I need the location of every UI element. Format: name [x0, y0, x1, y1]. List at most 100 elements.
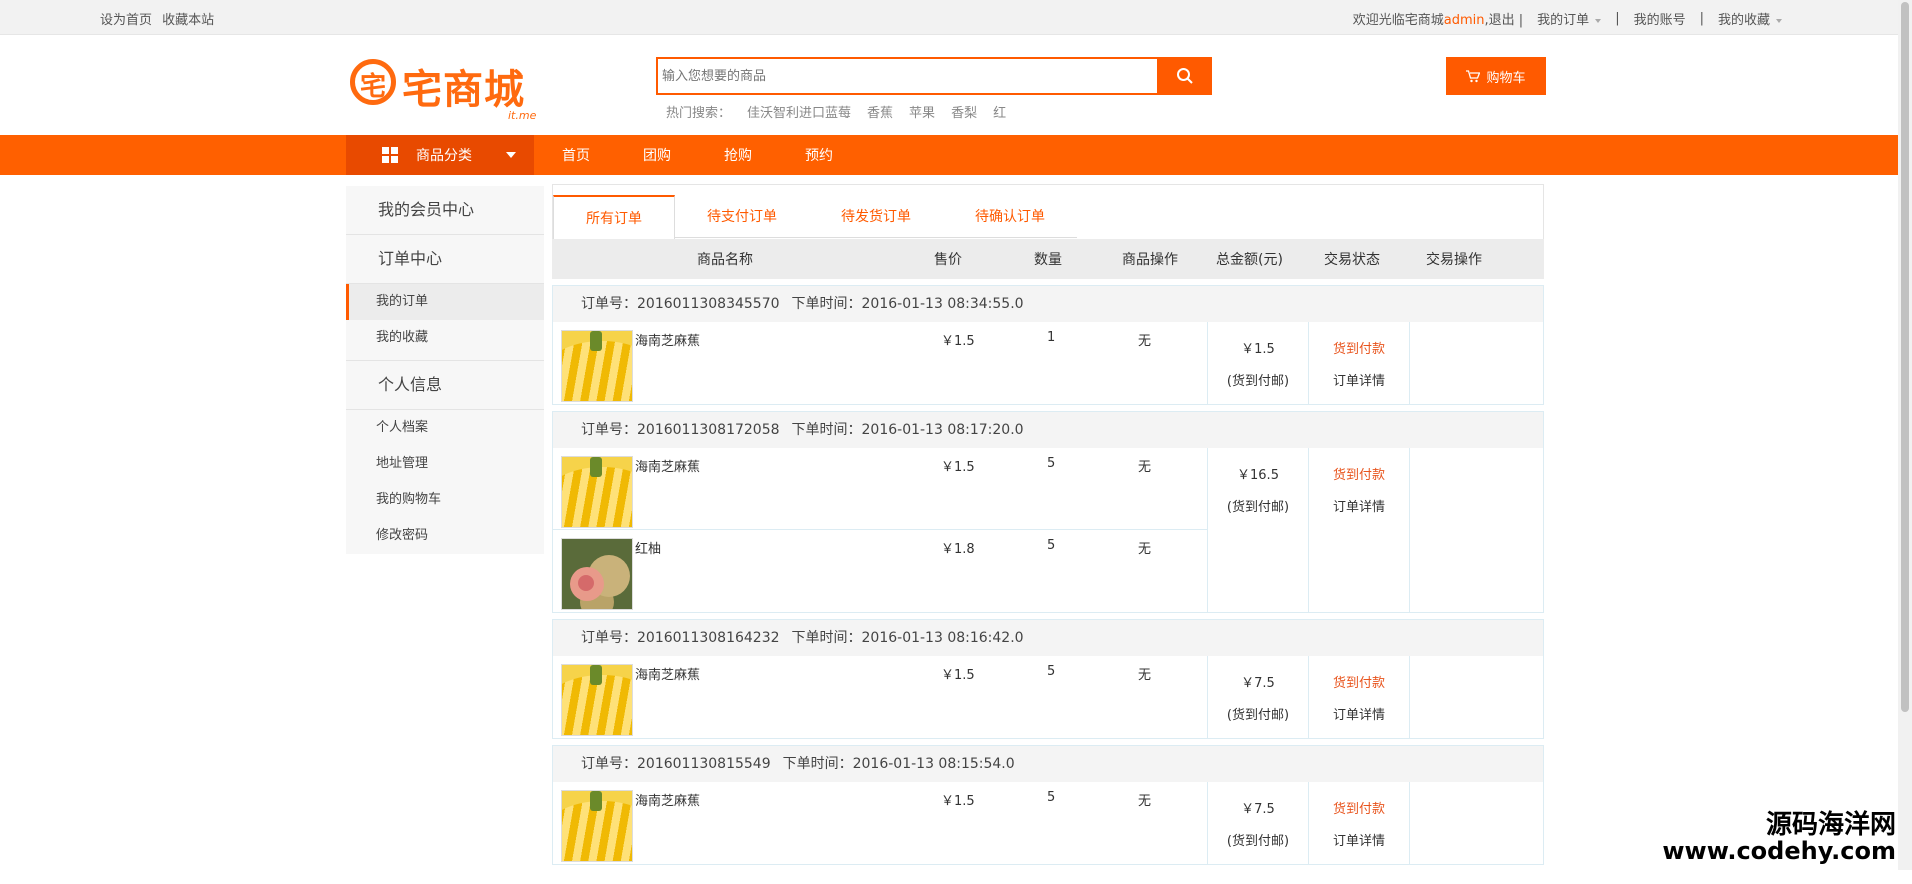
- sidebar-item-my-favorites[interactable]: 我的收藏: [346, 320, 544, 356]
- order-header: 订单号：2016011308164232 下单时间：2016-01-13 08:1…: [553, 620, 1543, 656]
- order-time: 下单时间：2016-01-13 08:34:55.0: [791, 296, 1024, 312]
- order-card: 订单号：2016011308164232 下单时间：2016-01-13 08:1…: [552, 619, 1544, 739]
- product-name[interactable]: 海南芝麻蕉: [635, 330, 700, 349]
- orders-table-header: 商品名称 售价 数量 商品操作 总金额(元) 交易状态 交易操作: [552, 239, 1544, 279]
- order-header: 订单号：2016011308345570 下单时间：2016-01-13 08:3…: [553, 286, 1543, 322]
- product-name[interactable]: 红柚: [635, 538, 661, 557]
- nav-group-buy[interactable]: 团购: [643, 145, 671, 165]
- nav-flash-sale[interactable]: 抢购: [724, 145, 752, 165]
- order-item-row: 海南芝麻蕉 ￥1.5 5 无: [553, 656, 1207, 738]
- product-quantity: 5: [1047, 456, 1056, 471]
- sidebar-group-profile: 个人信息: [346, 361, 544, 410]
- logout-link[interactable]: ,退出 |: [1485, 13, 1524, 28]
- nav-reservation[interactable]: 预约: [805, 145, 833, 165]
- order-detail-link[interactable]: 订单详情: [1333, 708, 1385, 723]
- product-image[interactable]: [561, 664, 633, 736]
- product-name[interactable]: 海南芝麻蕉: [635, 664, 700, 683]
- sidebar-item-change-password[interactable]: 修改密码: [346, 518, 544, 554]
- col-trade-action: 交易操作: [1426, 252, 1482, 268]
- product-name[interactable]: 海南芝麻蕉: [635, 790, 700, 809]
- watermark: 源码海洋网 www.codehy.com: [1662, 809, 1896, 865]
- order-time: 下单时间：2016-01-13 08:17:20.0: [791, 422, 1024, 438]
- tab-pending-shipment[interactable]: 待发货订单: [809, 195, 943, 238]
- sidebar-group-member[interactable]: 我的会员中心: [346, 186, 544, 235]
- col-product-action: 商品操作: [1122, 252, 1178, 268]
- product-operation: 无: [1138, 794, 1152, 809]
- sidebar-item-address[interactable]: 地址管理: [346, 446, 544, 482]
- product-image[interactable]: [561, 330, 633, 402]
- search-button[interactable]: [1157, 57, 1212, 95]
- order-card: 订单号：201601130815549 下单时间：2016-01-13 08:15…: [552, 745, 1544, 865]
- my-account-link[interactable]: 我的账号: [1634, 9, 1686, 28]
- chevron-down-icon: [506, 152, 516, 158]
- order-status: 货到付款 订单详情: [1309, 782, 1410, 864]
- product-quantity: 5: [1047, 538, 1056, 553]
- cart-icon: [1466, 69, 1481, 82]
- order-number: 订单号：2016011308345570: [581, 296, 780, 312]
- bookmark-link[interactable]: 收藏本站: [162, 13, 214, 28]
- product-price: ￥1.5: [941, 794, 975, 809]
- search-input[interactable]: [656, 57, 1157, 95]
- order-total: ￥1.5 (货到付邮): [1207, 322, 1309, 404]
- chevron-down-icon: [1595, 18, 1602, 23]
- hot-search-term[interactable]: 香蕉: [867, 102, 893, 121]
- col-total: 总金额(元): [1216, 252, 1283, 268]
- status-badge: 货到付款: [1332, 676, 1385, 691]
- chevron-down-icon: [1776, 18, 1782, 23]
- hot-search-term[interactable]: 佳沃智利进口蓝莓: [747, 102, 851, 121]
- sidebar-item-cart[interactable]: 我的购物车: [346, 482, 544, 518]
- order-status: 货到付款 订单详情: [1309, 448, 1410, 612]
- logo-subtext: it.me: [508, 109, 537, 122]
- main-nav: 商品分类 首页 团购 抢购 预约: [0, 135, 1912, 175]
- my-favorites-link[interactable]: 我的收藏: [1718, 9, 1782, 28]
- order-total: ￥7.5 (货到付邮): [1207, 782, 1309, 864]
- top-left-links: 设为首页 收藏本站: [100, 9, 214, 28]
- product-operation: 无: [1138, 460, 1152, 475]
- cart-button[interactable]: 购物车: [1446, 57, 1546, 95]
- tab-pending-confirmation[interactable]: 待确认订单: [943, 195, 1077, 238]
- order-detail-link[interactable]: 订单详情: [1333, 500, 1385, 515]
- product-quantity: 1: [1047, 330, 1056, 345]
- order-status: 货到付款 订单详情: [1309, 322, 1410, 404]
- tab-pending-payment[interactable]: 待支付订单: [675, 195, 809, 238]
- order-time: 下单时间：2016-01-13 08:16:42.0: [791, 630, 1024, 646]
- page-scrollbar[interactable]: [1898, 0, 1912, 870]
- hot-search-term[interactable]: 苹果: [909, 102, 935, 121]
- product-price: ￥1.8: [941, 542, 975, 557]
- product-image[interactable]: [561, 538, 633, 610]
- order-detail-link[interactable]: 订单详情: [1333, 374, 1385, 389]
- scrollbar-thumb[interactable]: [1901, 2, 1909, 712]
- category-menu-button[interactable]: 商品分类: [346, 135, 534, 175]
- product-operation: 无: [1138, 334, 1152, 349]
- order-detail-link[interactable]: 订单详情: [1333, 834, 1385, 849]
- tab-all-orders[interactable]: 所有订单: [553, 195, 675, 240]
- username-link[interactable]: admin: [1444, 13, 1485, 28]
- my-orders-link[interactable]: 我的订单: [1537, 9, 1602, 28]
- status-badge: 货到付款: [1332, 468, 1385, 483]
- product-image[interactable]: [561, 456, 633, 528]
- sidebar-item-profile[interactable]: 个人档案: [346, 410, 544, 446]
- sidebar-item-my-orders[interactable]: 我的订单: [346, 284, 544, 320]
- nav-home[interactable]: 首页: [562, 145, 590, 165]
- product-name[interactable]: 海南芝麻蕉: [635, 456, 700, 475]
- product-image[interactable]: [561, 790, 633, 862]
- order-total: ￥7.5 (货到付邮): [1207, 656, 1309, 738]
- col-product-name: 商品名称: [697, 252, 753, 268]
- hot-search-term[interactable]: 红: [993, 102, 1006, 121]
- top-right-links: 欢迎光临宅商城admin,退出 | 我的订单 | 我的账号 | 我的收藏: [1353, 9, 1782, 28]
- site-logo[interactable]: 宅商城 it.me: [350, 49, 540, 122]
- product-price: ￥1.5: [941, 668, 975, 683]
- logo-text: 宅商城: [402, 67, 525, 113]
- hot-search-term[interactable]: 香梨: [951, 102, 977, 121]
- order-item-row: 红柚 ￥1.8 5 无: [553, 530, 1207, 612]
- nav-links: 首页 团购 抢购 预约: [562, 135, 886, 175]
- order-item-row: 海南芝麻蕉 ￥1.5 5 无: [553, 782, 1207, 864]
- col-status: 交易状态: [1324, 252, 1380, 268]
- product-quantity: 5: [1047, 790, 1056, 805]
- product-price: ￥1.5: [941, 460, 975, 475]
- set-home-link[interactable]: 设为首页: [100, 13, 152, 28]
- col-quantity: 数量: [1034, 252, 1062, 268]
- search-icon: [1176, 68, 1193, 84]
- product-quantity: 5: [1047, 664, 1056, 679]
- hot-searches: 热门搜索： 佳沃智利进口蓝莓 香蕉 苹果 香梨 红: [666, 102, 1006, 121]
